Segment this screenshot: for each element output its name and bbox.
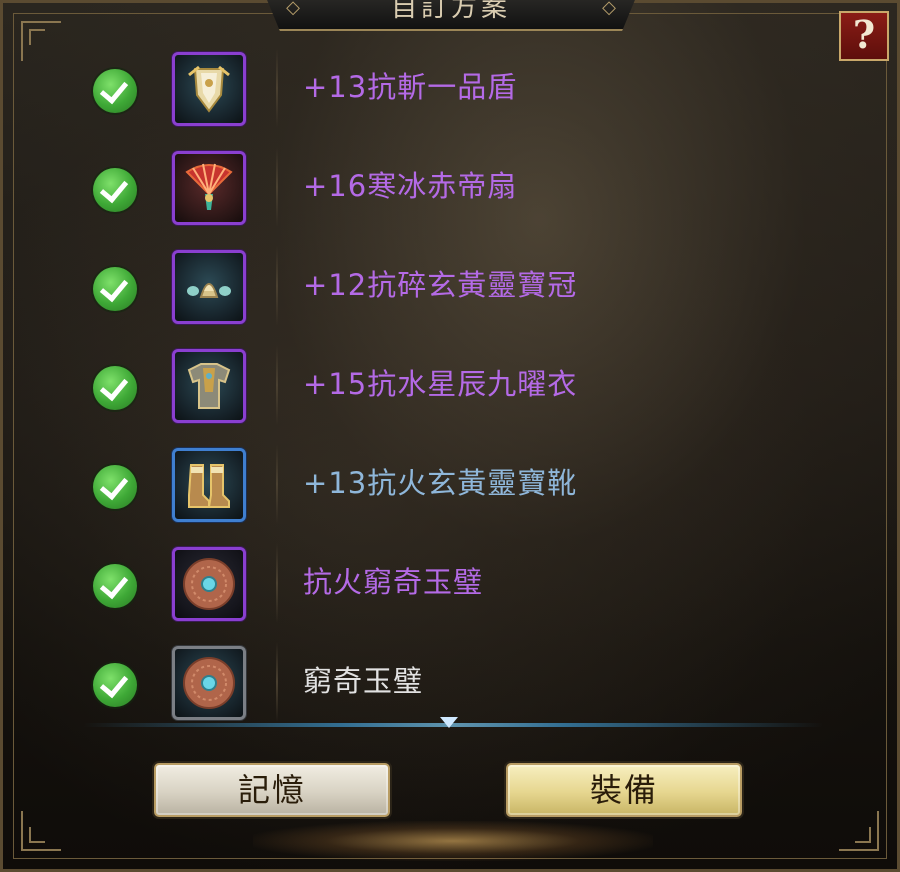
column-divider	[276, 345, 278, 425]
item-slot[interactable]	[172, 349, 246, 423]
boots-icon	[188, 464, 230, 508]
column-divider	[276, 246, 278, 326]
item-slot[interactable]	[172, 646, 246, 720]
column-divider	[276, 444, 278, 524]
column-divider	[276, 48, 278, 128]
checkmark-icon[interactable]	[93, 366, 137, 410]
equipment-row[interactable]: +12抗碎玄黃靈寶冠	[3, 236, 900, 335]
title-plate: ◇ 自訂方案 ◇	[265, 0, 637, 31]
jade-disc-icon	[183, 657, 235, 709]
scroll-down-icon[interactable]	[440, 717, 458, 728]
item-name: +13抗火玄黃靈寶靴	[303, 466, 578, 500]
jade-disc-icon	[183, 558, 235, 610]
remember-button[interactable]: 記憶	[154, 763, 390, 817]
armor-icon	[187, 363, 231, 409]
crown-icon	[187, 283, 231, 298]
item-name: +15抗水星辰九曜衣	[303, 367, 578, 401]
title-ornament-icon: ◇	[602, 0, 616, 18]
item-slot[interactable]	[172, 151, 246, 225]
outfit-plan-panel: ◇ 自訂方案 ◇ ? +13抗斬一品盾 +16寒冰赤帝扇 +12抗碎玄黃靈寶冠 …	[0, 0, 900, 872]
equipment-row[interactable]: +13抗斬一品盾	[3, 38, 900, 137]
item-slot[interactable]	[172, 448, 246, 522]
fan-icon	[185, 163, 233, 210]
checkmark-icon[interactable]	[93, 69, 137, 113]
equip-button[interactable]: 裝備	[506, 763, 742, 817]
item-name: +16寒冰赤帝扇	[303, 169, 518, 203]
corner-ornament	[839, 811, 879, 851]
checkmark-icon[interactable]	[93, 465, 137, 509]
bottom-glow	[253, 821, 653, 861]
checkmark-icon[interactable]	[93, 168, 137, 212]
column-divider	[276, 642, 278, 722]
equipment-row[interactable]: +16寒冰赤帝扇	[3, 137, 900, 236]
panel-title: 自訂方案	[390, 0, 511, 23]
checkmark-icon[interactable]	[93, 564, 137, 608]
item-name: +12抗碎玄黃靈寶冠	[303, 268, 578, 302]
checkmark-icon[interactable]	[93, 267, 137, 311]
item-name: +13抗斬一品盾	[303, 70, 518, 104]
item-name: 抗火窮奇玉璧	[303, 565, 484, 599]
item-slot[interactable]	[172, 250, 246, 324]
item-name: 窮奇玉璧	[303, 664, 424, 698]
item-slot[interactable]	[172, 52, 246, 126]
column-divider	[276, 147, 278, 227]
item-slot[interactable]	[172, 547, 246, 621]
shield-icon	[188, 65, 230, 113]
equipment-row[interactable]: +15抗水星辰九曜衣	[3, 335, 900, 434]
checkmark-icon[interactable]	[93, 663, 137, 707]
corner-ornament	[21, 811, 61, 851]
column-divider	[276, 543, 278, 623]
equipment-row[interactable]: 抗火窮奇玉璧	[3, 533, 900, 632]
equipment-row[interactable]: +13抗火玄黃靈寶靴	[3, 434, 900, 533]
